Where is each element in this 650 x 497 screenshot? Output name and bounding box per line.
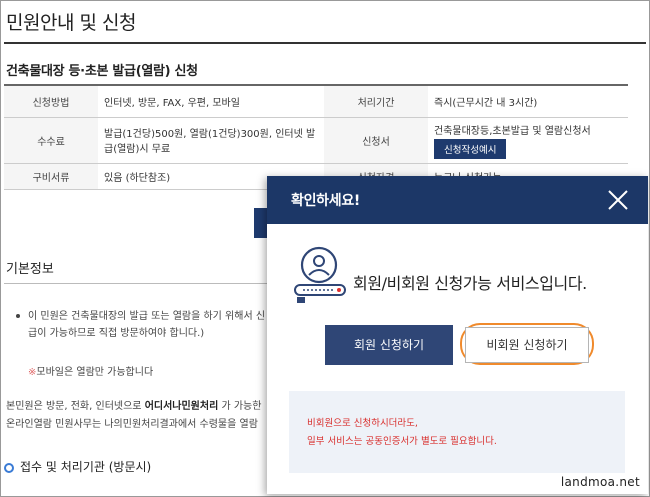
table-cell: 발급(1건당)500원, 열람(1건당)300원, 인터넷 발급(열람)시 무료 <box>98 117 324 164</box>
table-row: 수수료 발급(1건당)500원, 열람(1건당)300원, 인터넷 발급(열람)… <box>4 117 628 164</box>
close-icon[interactable] <box>608 190 628 210</box>
table-cell-text: 건축물대장등,초본발급 및 열람신청서 <box>434 125 591 137</box>
visit-line-2: 온라인열람 민원사무는 나의민원처리결과에서 수령물을 열람 <box>6 419 258 430</box>
modal-title: 확인하세요! <box>291 193 360 209</box>
agency-heading: 접수 및 처리기관 (방문시) <box>20 460 152 474</box>
mobile-note: ※모바일은 열람만 가능합니다 <box>28 363 153 378</box>
circle-bullet-icon <box>4 463 14 473</box>
member-key-icon <box>291 245 349 307</box>
service-message: 회원/비회원 신청가능 서비스입니다. <box>353 274 587 293</box>
visit-line-1-pre: 본민원은 방문, 전화, 인터넷으로 <box>6 401 145 412</box>
notice-line-1: 비회원으로 신청하시더라도, <box>307 418 418 429</box>
service-info-table: 신청방법 인터넷, 방문, FAX, 우편, 모바일 처리기간 즉시(근무시간 … <box>4 84 628 190</box>
form-example-button[interactable]: 신청작성예시 <box>434 138 507 159</box>
confirm-modal: 확인하세요! 회원/비회원 신청가능 서비스입니다. 회원 신청하기 비회원 신… <box>267 176 648 494</box>
service-heading: 건축물대장 등·초본 발급(열람) 신청 <box>6 64 198 79</box>
visit-line-1: 본민원은 방문, 전화, 인터넷으로 어디서나민원처리 가 가능한 <box>6 398 268 416</box>
table-header-cell: 신청방법 <box>4 85 98 118</box>
notice-box: 비회원으로 신청하시더라도, 일부 서비스는 공동인증서가 별도로 필요합니다. <box>289 391 625 473</box>
watermark: landmoa.net <box>560 475 640 489</box>
table-header-cell: 처리기간 <box>324 85 428 118</box>
table-header-cell: 수수료 <box>4 117 98 164</box>
table-cell: 인터넷, 방문, FAX, 우편, 모바일 <box>98 85 324 118</box>
table-header-cell: 구비서류 <box>4 163 98 190</box>
visit-text: 본민원은 방문, 전화, 인터넷으로 어디서나민원처리 가 가능한 온라인열람 … <box>6 398 268 434</box>
basic-info-bullet: 이 민원은 건축물대장의 발급 또는 열람을 하기 위해서 신 급이 가능하므로… <box>28 311 266 339</box>
basic-info-heading: 기본정보 <box>6 262 54 277</box>
guest-apply-button[interactable]: 비회원 신청하기 <box>465 327 589 363</box>
table-cell-with-button: 건축물대장등,초본발급 및 열람신청서 신청작성예시 <box>428 117 628 164</box>
table-row: 신청방법 인터넷, 방문, FAX, 우편, 모바일 처리기간 즉시(근무시간 … <box>4 85 628 118</box>
table-cell: 즉시(근무시간 내 3시간) <box>428 85 628 118</box>
modal-header: 확인하세요! <box>267 176 648 224</box>
anywhere-service-link[interactable]: 어디서나민원처리 <box>145 401 219 412</box>
visit-line-1-post: 가 가능한 <box>218 401 262 412</box>
table-header-cell: 신청서 <box>324 117 428 164</box>
mobile-note-text: 모바일은 열람만 가능합니다 <box>36 367 154 378</box>
member-apply-button[interactable]: 회원 신청하기 <box>325 325 453 365</box>
notice-line-2: 일부 서비스는 공동인증서가 별도로 필요합니다. <box>307 436 497 447</box>
page-title: 민원안내 및 신청 <box>6 12 136 34</box>
bullet-icon <box>16 314 20 318</box>
title-divider <box>4 42 646 44</box>
